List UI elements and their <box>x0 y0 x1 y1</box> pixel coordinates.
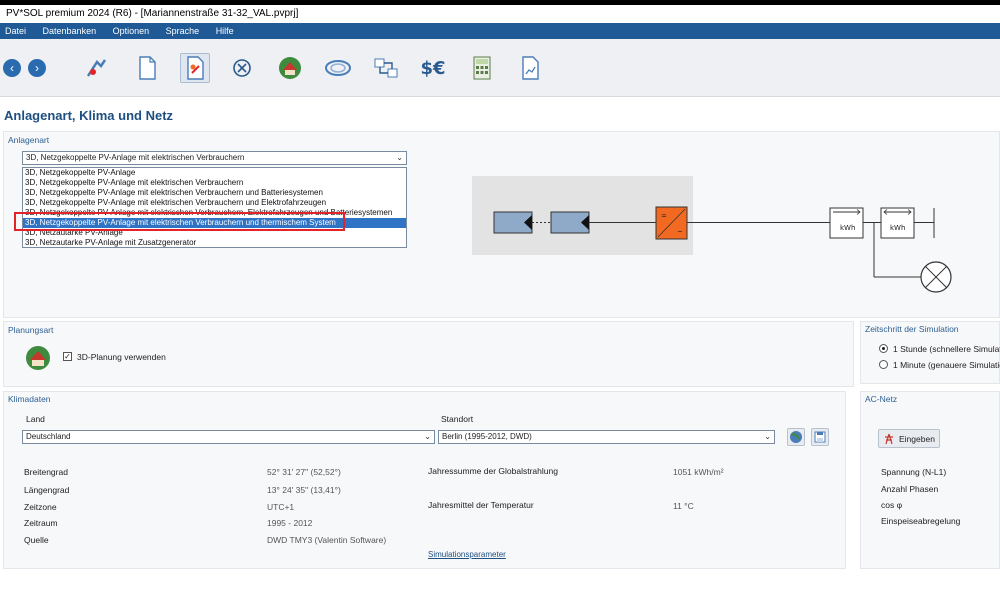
menu-sprache[interactable]: Sprache <box>166 23 200 39</box>
list-item[interactable]: 3D, Netzautarke PV-Anlage mit Zusatzgene… <box>23 238 406 248</box>
zeitschritt-section-title: Zeitschritt der Simulation <box>865 324 959 334</box>
period-value: 1995 - 2012 <box>267 518 313 528</box>
land-select-value: Deutschland <box>26 432 71 441</box>
meter-label: kWh <box>840 224 855 232</box>
menu-bar: Datei Datenbanken Optionen Sprache Hilfe <box>0 23 1000 39</box>
chevron-down-icon: ⌄ <box>396 153 403 162</box>
cancel-icon[interactable] <box>227 53 257 83</box>
acnetz-section <box>860 391 1000 569</box>
3d-planning-checkbox[interactable]: ✓ <box>63 352 72 361</box>
highlight-callout-box <box>14 212 345 231</box>
timezone-label: Zeitzone <box>24 502 57 512</box>
standort-label: Standort <box>441 414 474 424</box>
latitude-value: 52° 31' 27" (52,52°) <box>267 467 341 477</box>
system-type-icon[interactable] <box>180 53 210 83</box>
global-radiation-value: 1051 kWh/m² <box>673 467 724 477</box>
consumer-lamp-icon <box>920 261 952 293</box>
grid-tower-icon <box>885 433 893 445</box>
window-title: PV*SOL premium 2024 (R6) - [Mariannenstr… <box>6 8 299 19</box>
mean-temperature-label: Jahresmittel der Temperatur <box>428 500 534 510</box>
menu-hilfe[interactable]: Hilfe <box>216 23 234 39</box>
phases-label: Anzahl Phasen <box>881 484 939 494</box>
feed-in-limit-label: Einspeiseabregelung <box>881 516 961 526</box>
eingeben-button-label: Eingeben <box>899 434 935 444</box>
global-radiation-label: Jahressumme der Globalstrahlung <box>428 466 558 476</box>
menu-optionen[interactable]: Optionen <box>113 23 150 39</box>
save-icon <box>814 431 826 443</box>
system-schematic: = ~ kWh kWh <box>493 206 952 293</box>
cos-phi-label: cos φ <box>881 500 903 510</box>
anlagenart-section-title: Anlagenart <box>8 135 50 145</box>
klimadaten-section <box>3 391 846 569</box>
longitude-label: Längengrad <box>24 485 70 495</box>
period-label: Zeitraum <box>24 518 58 528</box>
3d-design-icon <box>26 346 50 370</box>
timestep-hour-label: 1 Stunde (schnellere Simulation) <box>893 344 1000 354</box>
cabling-icon[interactable] <box>371 53 401 83</box>
meter-icon: kWh <box>880 207 915 239</box>
anlagenart-dropdown-list: 3D, Netzgekoppelte PV-Anlage 3D, Netzgek… <box>22 167 407 248</box>
currency-icon[interactable]: $€ <box>418 53 448 83</box>
mean-temperature-value: 11 °C <box>673 501 694 511</box>
3d-planning-label: 3D-Planung verwenden <box>77 352 166 362</box>
toolbar: ‹ › $€ <box>0 39 1000 97</box>
list-item[interactable]: 3D, Netzgekoppelte PV-Anlage mit elektri… <box>23 198 406 208</box>
longitude-value: 13° 24' 35" (13,41°) <box>267 485 341 495</box>
list-item[interactable]: 3D, Netzgekoppelte PV-Anlage <box>23 168 406 178</box>
timezone-value: UTC+1 <box>267 502 295 512</box>
timestep-hour-radio[interactable] <box>879 344 888 353</box>
page-title: Anlagenart, Klima und Netz <box>4 108 174 123</box>
arrow-left-circle-icon[interactable]: ‹ <box>3 59 21 77</box>
simulation-parameters-link[interactable]: Simulationsparameter <box>428 550 506 559</box>
pv-module-icon <box>550 211 590 234</box>
chevron-down-icon: ⌄ <box>424 432 431 441</box>
acnetz-section-title: AC-Netz <box>865 394 898 404</box>
anlagenart-select-value: 3D, Netzgekoppelte PV-Anlage mit elektri… <box>26 153 245 162</box>
klimadaten-section-title: Klimadaten <box>8 394 51 404</box>
save-button[interactable] <box>811 428 829 446</box>
inverter-icon: = ~ <box>655 206 688 240</box>
list-item[interactable]: 3D, Netzgekoppelte PV-Anlage mit elektri… <box>23 178 406 188</box>
pv-module-icon <box>493 211 533 234</box>
svg-text:~: ~ <box>677 228 683 236</box>
latitude-label: Breitengrad <box>24 467 68 477</box>
globe-icon <box>790 431 802 443</box>
land-label: Land <box>26 414 45 424</box>
standort-select[interactable]: Berlin (1995-2012, DWD) ⌄ <box>438 430 775 444</box>
standort-select-value: Berlin (1995-2012, DWD) <box>442 432 532 441</box>
report-icon[interactable] <box>515 53 545 83</box>
eingeben-button[interactable]: Eingeben <box>878 429 940 448</box>
svg-text:=: = <box>661 212 667 220</box>
project-icon[interactable] <box>82 53 112 83</box>
timestep-minute-radio[interactable] <box>879 360 888 369</box>
land-select[interactable]: Deutschland ⌄ <box>22 430 435 444</box>
menu-datenbanken[interactable]: Datenbanken <box>43 23 97 39</box>
source-value: DWD TMY3 (Valentin Software) <box>267 535 387 545</box>
shading-icon[interactable] <box>323 53 353 83</box>
document-icon[interactable] <box>132 53 162 83</box>
arrow-right-circle-icon[interactable]: › <box>28 59 46 77</box>
chevron-down-icon: ⌄ <box>764 432 771 441</box>
globe-button[interactable] <box>787 428 805 446</box>
timestep-minute-label: 1 Minute (genauere Simulation) <box>893 360 1000 370</box>
planungsart-section-title: Planungsart <box>8 325 54 335</box>
source-label: Quelle <box>24 535 49 545</box>
voltage-label: Spannung (N-L1) <box>881 467 947 477</box>
meter-icon: kWh <box>829 207 864 239</box>
calculator-icon[interactable] <box>467 53 497 83</box>
anlagenart-select[interactable]: 3D, Netzgekoppelte PV-Anlage mit elektri… <box>22 151 407 165</box>
menu-datei[interactable]: Datei <box>5 23 26 39</box>
meter-label: kWh <box>890 224 905 232</box>
list-item[interactable]: 3D, Netzgekoppelte PV-Anlage mit elektri… <box>23 188 406 198</box>
window-titlebar: PV*SOL premium 2024 (R6) - [Mariannenstr… <box>0 5 1000 23</box>
3d-design-icon[interactable] <box>275 53 305 83</box>
